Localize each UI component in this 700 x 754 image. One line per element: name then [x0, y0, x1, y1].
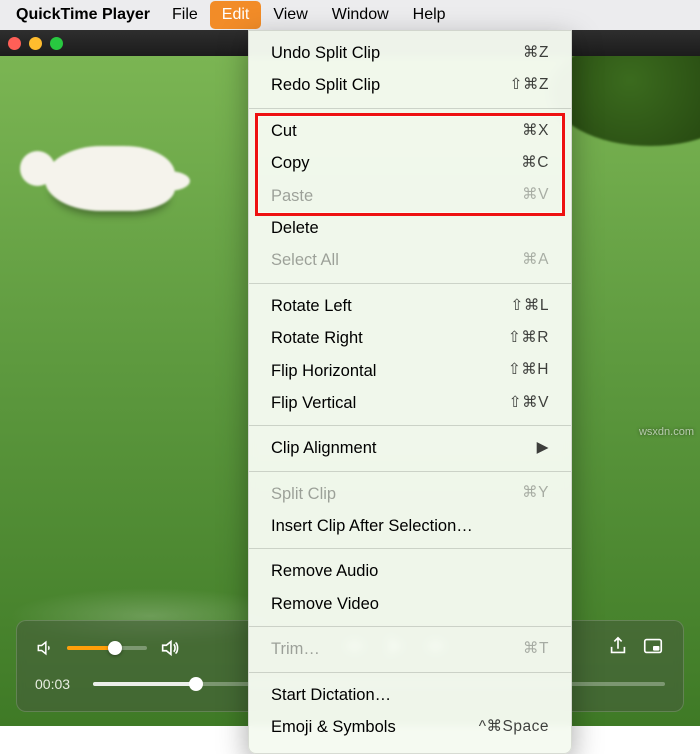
- menu-separator: [249, 626, 571, 627]
- volume-slider[interactable]: [67, 646, 147, 650]
- menu-item-shortcut: ⌘T: [523, 637, 549, 662]
- volume-max-icon[interactable]: [159, 637, 181, 659]
- menu-item-label: Rotate Left: [271, 293, 352, 319]
- menu-item-rotate-left[interactable]: Rotate Left ⇧⌘L: [249, 290, 571, 322]
- menu-item-label: Clip Alignment: [271, 435, 376, 461]
- volume-slider-knob[interactable]: [108, 641, 122, 655]
- menu-separator: [249, 425, 571, 426]
- menu-window[interactable]: Window: [320, 1, 401, 29]
- menu-help[interactable]: Help: [401, 1, 458, 29]
- menu-item-label: Paste: [271, 183, 313, 209]
- menu-item-shortcut: ⇧⌘H: [508, 358, 549, 383]
- traffic-lights: [8, 37, 63, 50]
- menu-item-label: Redo Split Clip: [271, 72, 380, 98]
- menu-view[interactable]: View: [261, 1, 319, 29]
- menu-file[interactable]: File: [160, 1, 210, 29]
- menu-item-start-dictation[interactable]: Start Dictation…: [249, 679, 571, 711]
- video-dog: [45, 146, 175, 211]
- menu-item-label: Select All: [271, 247, 339, 273]
- menu-item-shortcut: ⌘X: [522, 119, 549, 144]
- menu-separator: [249, 548, 571, 549]
- menu-item-label: Remove Video: [271, 591, 379, 617]
- menu-item-shortcut: ^⌘Space: [479, 715, 549, 740]
- time-current: 00:03: [35, 676, 81, 692]
- menu-separator: [249, 283, 571, 284]
- menu-item-shortcut: ⌘C: [521, 151, 549, 176]
- pip-button[interactable]: [641, 635, 665, 661]
- menu-item-shortcut: ⌘V: [522, 183, 549, 208]
- menu-item-paste: Paste ⌘V: [249, 180, 571, 212]
- menu-separator: [249, 108, 571, 109]
- menu-item-label: Start Dictation…: [271, 682, 391, 708]
- menu-item-cut[interactable]: Cut ⌘X: [249, 115, 571, 147]
- menu-item-copy[interactable]: Copy ⌘C: [249, 147, 571, 179]
- menubar: QuickTime Player File Edit View Window H…: [0, 0, 700, 30]
- menu-item-remove-video[interactable]: Remove Video: [249, 588, 571, 620]
- menu-item-shortcut: ⇧⌘L: [510, 294, 549, 319]
- menu-item-shortcut: ⌘Z: [523, 41, 549, 66]
- menu-item-label: Delete: [271, 215, 319, 241]
- menu-item-split-clip: Split Clip ⌘Y: [249, 478, 571, 510]
- menu-item-label: Rotate Right: [271, 325, 363, 351]
- close-button[interactable]: [8, 37, 21, 50]
- menu-item-select-all: Select All ⌘A: [249, 244, 571, 276]
- menu-item-label: Cut: [271, 118, 297, 144]
- menu-item-trim: Trim… ⌘T: [249, 633, 571, 665]
- zoom-button[interactable]: [50, 37, 63, 50]
- share-button[interactable]: [607, 635, 629, 661]
- menu-item-label: Copy: [271, 150, 310, 176]
- menu-item-insert-clip-after-selection[interactable]: Insert Clip After Selection…: [249, 510, 571, 542]
- menu-item-redo-split-clip[interactable]: Redo Split Clip ⇧⌘Z: [249, 69, 571, 101]
- watermark: wsxdn.com: [639, 426, 694, 438]
- minimize-button[interactable]: [29, 37, 42, 50]
- menu-item-remove-audio[interactable]: Remove Audio: [249, 555, 571, 587]
- menu-separator: [249, 471, 571, 472]
- volume-mute-icon[interactable]: [35, 638, 55, 658]
- menu-item-flip-vertical[interactable]: Flip Vertical ⇧⌘V: [249, 387, 571, 419]
- timeline-knob[interactable]: [189, 677, 203, 691]
- menu-item-shortcut: ⌘Y: [522, 481, 549, 506]
- menu-item-flip-horizontal[interactable]: Flip Horizontal ⇧⌘H: [249, 355, 571, 387]
- menu-item-label: Split Clip: [271, 481, 336, 507]
- menu-separator: [249, 672, 571, 673]
- menu-item-shortcut: ⌘A: [522, 248, 549, 273]
- menu-item-shortcut: ⇧⌘Z: [510, 73, 549, 98]
- menu-item-delete[interactable]: Delete: [249, 212, 571, 244]
- menu-item-undo-split-clip[interactable]: Undo Split Clip ⌘Z: [249, 37, 571, 69]
- menu-item-shortcut: ⇧⌘R: [508, 326, 549, 351]
- menu-item-rotate-right[interactable]: Rotate Right ⇧⌘R: [249, 322, 571, 354]
- menu-item-clip-alignment[interactable]: Clip Alignment ▶: [249, 432, 571, 464]
- menu-item-label: Flip Vertical: [271, 390, 356, 416]
- menu-item-label: Trim…: [271, 636, 320, 662]
- edit-dropdown: Undo Split Clip ⌘Z Redo Split Clip ⇧⌘Z Cut ⌘X…: [248, 30, 572, 754]
- menu-item-shortcut: ⇧⌘V: [509, 391, 549, 416]
- menu-item-emoji-symbols[interactable]: Emoji & Symbols ^⌘Space: [249, 711, 571, 743]
- menu-item-label: Flip Horizontal: [271, 358, 376, 384]
- menu-item-label: Remove Audio: [271, 558, 378, 584]
- menu-item-label: Insert Clip After Selection…: [271, 513, 473, 539]
- app-name: QuickTime Player: [6, 6, 160, 24]
- menu-item-label: Undo Split Clip: [271, 40, 380, 66]
- menu-edit[interactable]: Edit: [210, 1, 262, 29]
- timeline-fill: [93, 682, 196, 686]
- submenu-arrow-icon: ▶: [537, 436, 549, 461]
- menu-item-label: Emoji & Symbols: [271, 714, 396, 740]
